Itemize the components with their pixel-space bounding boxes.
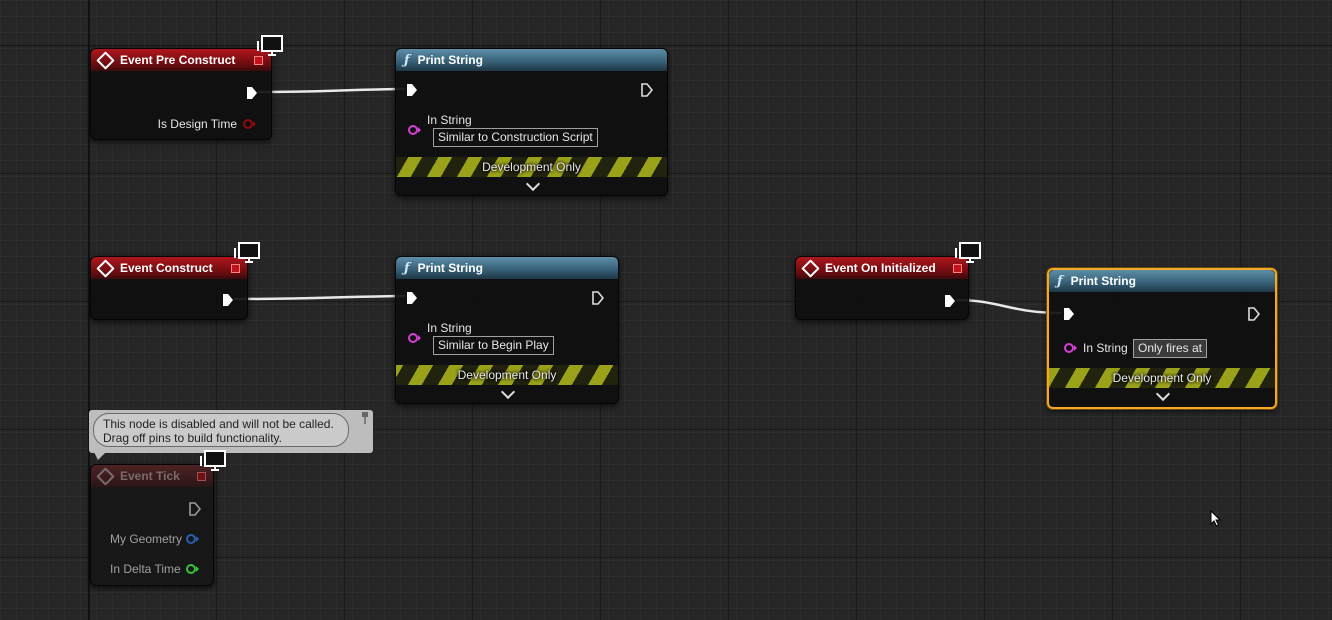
in-string-label: In String (1083, 341, 1128, 355)
exec-in-pin-icon[interactable] (406, 291, 418, 305)
node-header: Event Tick (91, 465, 213, 487)
node-title: Event Pre Construct (120, 53, 236, 67)
chevron-down-icon[interactable] (1155, 386, 1171, 402)
print-string-node[interactable]: ƒ Print String In String Similar to Cons… (395, 48, 668, 196)
node-title: Event Construct (120, 261, 213, 275)
print-string-node-selected[interactable]: ƒ Print String In String Only fires at D… (1047, 268, 1277, 409)
node-title: Print String (1070, 274, 1136, 288)
node-header: Event Construct (91, 257, 247, 279)
pin-label: In Delta Time (110, 562, 181, 576)
node-header: ƒ Print String (1049, 270, 1275, 292)
event-pre-construct-node[interactable]: Event Pre Construct Is Design Time (90, 48, 272, 140)
node-header: ƒ Print String (396, 257, 618, 279)
development-only-label: Development Only (482, 160, 581, 174)
event-construct-node[interactable]: Event Construct (90, 256, 248, 320)
pin-label: My Geometry (110, 532, 183, 546)
in-string-field[interactable]: Similar to Construction Script (433, 128, 598, 147)
float-pin-icon[interactable] (186, 564, 200, 574)
event-tick-node-disabled[interactable]: Event Tick My Geometry In Delta Time (90, 464, 214, 586)
chevron-down-icon[interactable] (525, 176, 540, 192)
monitor-icon (257, 35, 283, 56)
event-diamond-icon (96, 50, 115, 70)
event-diamond-icon (801, 258, 820, 278)
exec-out-pin-icon[interactable] (222, 293, 234, 307)
string-pin-icon[interactable] (407, 125, 423, 135)
struct-pin-icon[interactable] (186, 534, 200, 544)
development-only-label: Development Only (457, 368, 557, 382)
comment-bubble: This node is disabled and will not be ca… (93, 413, 349, 447)
node-title: Event On Initialized (825, 261, 936, 275)
development-only-label: Development Only (1112, 371, 1212, 385)
print-string-node[interactable]: ƒ Print String In String Similar to Begi… (395, 256, 619, 404)
disabled-node-comment: This node is disabled and will not be ca… (89, 410, 373, 453)
exec-out-pin-icon[interactable] (1248, 307, 1260, 321)
chevron-down-icon[interactable] (500, 384, 516, 400)
node-title: Print String (417, 53, 483, 67)
event-on-initialized-node[interactable]: Event On Initialized (795, 256, 969, 320)
node-header: Event On Initialized (796, 257, 968, 279)
node-header: Event Pre Construct (91, 49, 271, 71)
in-string-field[interactable]: Similar to Begin Play (433, 336, 554, 355)
comment-pointer (94, 452, 106, 460)
exec-wire[interactable] (257, 87, 406, 94)
node-title: Print String (417, 261, 483, 275)
monitor-icon (955, 242, 981, 263)
exec-out-pin-icon[interactable] (592, 291, 604, 305)
exec-out-pin-icon[interactable] (189, 502, 201, 516)
bool-pin-icon[interactable] (243, 119, 257, 129)
comment-line: Drag off pins to build functionality. (103, 431, 282, 445)
exec-wire[interactable] (233, 294, 406, 301)
function-icon: ƒ (404, 260, 410, 276)
mouse-cursor-icon (1210, 510, 1222, 527)
development-only-banner: Development Only (396, 365, 618, 385)
in-string-label: In String (427, 321, 472, 335)
pushpin-icon[interactable] (361, 412, 369, 424)
node-header: ƒ Print String (396, 49, 667, 71)
event-diamond-icon (96, 258, 115, 278)
node-title: Event Tick (120, 469, 180, 483)
exec-out-pin-icon[interactable] (641, 83, 653, 97)
monitor-icon (200, 450, 226, 471)
development-only-banner: Development Only (396, 157, 667, 177)
pin-label: Is Design Time (157, 117, 237, 131)
monitor-icon (234, 242, 260, 263)
exec-out-pin-icon[interactable] (944, 294, 956, 308)
exec-out-pin-icon[interactable] (246, 86, 258, 100)
function-icon: ƒ (404, 52, 410, 68)
exec-in-pin-icon[interactable] (1063, 307, 1075, 321)
function-icon: ƒ (1057, 273, 1063, 289)
string-pin-icon[interactable] (1063, 343, 1079, 353)
in-string-label: In String (427, 113, 472, 127)
exec-in-pin-icon[interactable] (406, 83, 418, 97)
event-diamond-icon (96, 466, 115, 486)
string-pin-icon[interactable] (407, 333, 423, 343)
development-only-banner: Development Only (1049, 368, 1275, 388)
in-string-field[interactable]: Only fires at (1133, 339, 1208, 358)
comment-line: This node is disabled and will not be ca… (103, 417, 334, 431)
